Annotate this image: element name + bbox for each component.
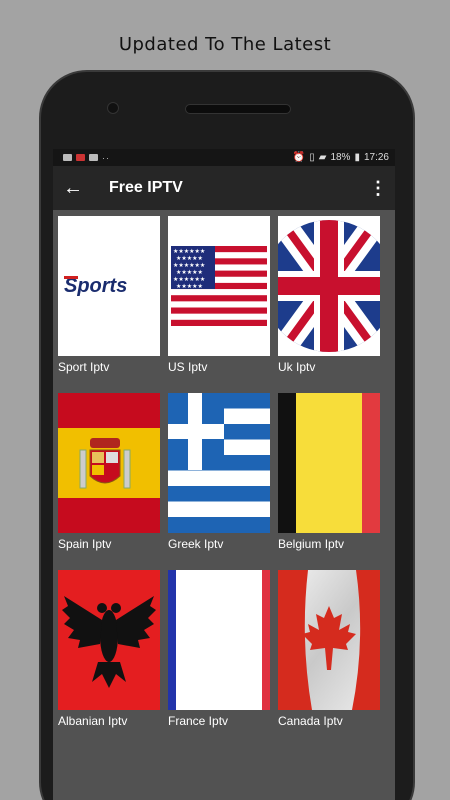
signal-icon: ▰ bbox=[318, 152, 327, 163]
sports-logo: Sports bbox=[58, 216, 160, 356]
app-title: Free IPTV bbox=[109, 179, 183, 196]
back-arrow-icon[interactable]: ← bbox=[63, 177, 95, 200]
channel-label: Greek Iptv bbox=[168, 537, 224, 551]
svg-text:★★★★★★: ★★★★★★ bbox=[173, 276, 205, 283]
battery-percent: 18% bbox=[330, 152, 351, 163]
canada-flag bbox=[278, 570, 380, 710]
channel-label: Uk Iptv bbox=[278, 360, 316, 374]
channel-tile-sports[interactable]: Sports Sport Iptv bbox=[58, 216, 160, 393]
clock: 17:26 bbox=[363, 152, 389, 163]
vibrate-icon: ▯ bbox=[309, 152, 315, 163]
spain-flag bbox=[58, 393, 160, 533]
media-notification-icon bbox=[89, 154, 98, 161]
channel-label: Albanian Iptv bbox=[58, 714, 128, 728]
channel-grid: Sports Sport Iptv ★★★★★★ ★★★★★ ★★★★★★ ★★… bbox=[53, 210, 395, 747]
channel-label: Belgium Iptv bbox=[278, 537, 345, 551]
svg-text:★★★★★★: ★★★★★★ bbox=[173, 262, 205, 269]
app-screen: ·· ⏰ ▯ ▰ 18% ▮ 17:26 ← Free IPTV ⋮ Sport… bbox=[53, 149, 395, 800]
channel-tile-greece[interactable]: Greek Iptv bbox=[168, 393, 270, 570]
svg-text:★★★★★: ★★★★★ bbox=[176, 283, 203, 290]
channel-label: US Iptv bbox=[168, 360, 208, 374]
belgium-flag bbox=[278, 393, 380, 533]
channel-tile-spain[interactable]: Spain Iptv bbox=[58, 393, 160, 570]
albania-flag bbox=[58, 570, 160, 710]
channel-label: Canada Iptv bbox=[278, 714, 343, 728]
alarm-icon: ⏰ bbox=[292, 152, 306, 163]
channel-tile-belgium[interactable]: Belgium Iptv bbox=[278, 393, 380, 570]
front-camera bbox=[107, 102, 119, 114]
channel-label: Spain Iptv bbox=[58, 537, 112, 551]
channel-tile-albania[interactable]: Albanian Iptv bbox=[58, 570, 160, 747]
channel-tile-canada[interactable]: Canada Iptv bbox=[278, 570, 380, 747]
svg-text:★★★★★★: ★★★★★★ bbox=[173, 248, 205, 255]
earpiece-speaker bbox=[185, 104, 291, 114]
channel-label: France Iptv bbox=[168, 714, 229, 728]
channel-tile-us[interactable]: ★★★★★★ ★★★★★ ★★★★★★ ★★★★★ ★★★★★★ ★★★★★ U… bbox=[168, 216, 270, 393]
us-flag: ★★★★★★ ★★★★★ ★★★★★★ ★★★★★ ★★★★★★ ★★★★★ bbox=[168, 216, 270, 356]
channel-tile-uk[interactable]: Uk Iptv bbox=[278, 216, 380, 393]
gallery-notification-icon bbox=[63, 154, 72, 161]
svg-text:★★★★★: ★★★★★ bbox=[176, 269, 203, 276]
svg-text:★★★★★: ★★★★★ bbox=[176, 255, 203, 262]
app-bar: ← Free IPTV ⋮ bbox=[53, 166, 395, 210]
overflow-menu-icon[interactable]: ⋮ bbox=[369, 178, 387, 199]
more-notifications-icon: ·· bbox=[102, 152, 110, 163]
channel-label: Sport Iptv bbox=[58, 360, 110, 374]
channel-tile-france[interactable]: France Iptv bbox=[168, 570, 270, 747]
uk-flag bbox=[278, 216, 380, 356]
france-flag bbox=[168, 570, 270, 710]
battery-icon: ▮ bbox=[354, 152, 360, 163]
promo-headline: Updated To The Latest bbox=[118, 34, 332, 55]
youtube-notification-icon bbox=[76, 154, 85, 161]
greece-flag bbox=[168, 393, 270, 533]
status-bar: ·· ⏰ ▯ ▰ 18% ▮ 17:26 bbox=[53, 149, 395, 166]
